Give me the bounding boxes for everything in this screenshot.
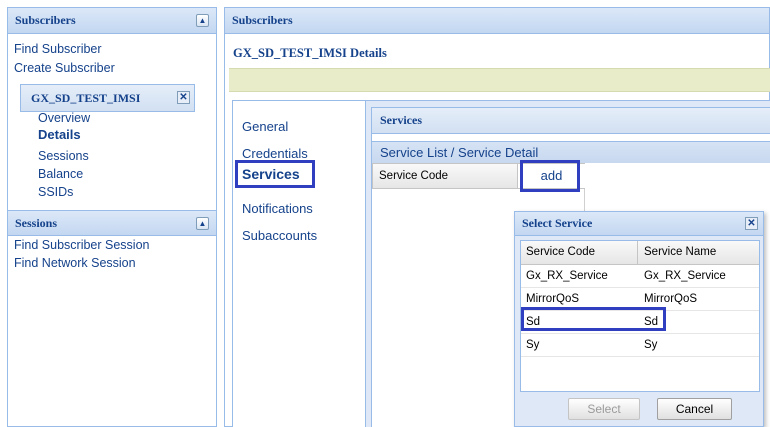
subscriber-tab-label: GX_SD_TEST_IMSI <box>31 91 141 105</box>
left-nav-panel: Subscribers ▲ Find Subscriber Create Sub… <box>7 7 217 427</box>
subscribers-nav-title: Subscribers <box>15 13 76 27</box>
tab-general[interactable]: General <box>242 119 288 134</box>
find-subscriber-session-link[interactable]: Find Subscriber Session <box>14 238 149 252</box>
close-icon[interactable]: ✕ <box>177 91 190 104</box>
main-header-title: Subscribers <box>232 13 293 27</box>
collapse-sessions-icon[interactable]: ▲ <box>196 217 209 230</box>
select-service-dialog: Select Service ✕ Service Code Service Na… <box>514 211 764 427</box>
service-grid-header: Service Code add <box>372 163 585 189</box>
dialog-header: Select Service <box>515 212 763 236</box>
notice-bar <box>229 68 770 92</box>
page-title: GX_SD_TEST_IMSI Details <box>233 46 387 60</box>
service-name-cell: Sy <box>644 339 658 351</box>
table-row[interactable]: Gx_RX_Service Gx_RX_Service <box>521 265 759 288</box>
tab-notifications[interactable]: Notifications <box>242 201 313 216</box>
service-select-grid: Service Code Service Name Gx_RX_Service … <box>520 240 760 392</box>
sidebar-item-ssids[interactable]: SSIDs <box>38 185 73 199</box>
service-name-cell: MirrorQoS <box>644 293 698 305</box>
dialog-title: Select Service <box>522 216 593 230</box>
sidebar-item-sessions[interactable]: Sessions <box>38 149 89 163</box>
table-row[interactable]: Sd Sd <box>521 311 759 334</box>
subscriber-tab[interactable]: GX_SD_TEST_IMSI <box>20 84 195 112</box>
services-header: Services <box>372 108 770 134</box>
sidebar-item-details[interactable]: Details <box>38 127 81 142</box>
sessions-nav-title: Sessions <box>15 216 58 230</box>
dialog-close-icon[interactable]: ✕ <box>745 217 758 230</box>
service-code-cell: MirrorQoS <box>526 293 580 305</box>
main-header: Subscribers <box>225 8 769 34</box>
table-row[interactable]: MirrorQoS MirrorQoS <box>521 288 759 311</box>
add-button[interactable]: add <box>518 164 585 188</box>
select-button[interactable]: Select <box>568 398 640 420</box>
sessions-nav-header: Sessions <box>8 210 216 236</box>
dialog-grid-header: Service Code Service Name <box>521 241 759 265</box>
service-code-cell: Sy <box>526 339 540 351</box>
find-subscriber-link[interactable]: Find Subscriber <box>14 42 102 56</box>
table-row[interactable]: Sy Sy <box>521 334 759 357</box>
service-code-cell: Gx_RX_Service <box>526 270 608 282</box>
sidebar-item-balance[interactable]: Balance <box>38 167 83 181</box>
tab-subaccounts[interactable]: Subaccounts <box>242 228 317 243</box>
service-name-cell: Sd <box>644 316 659 328</box>
service-name-header[interactable]: Service Name <box>639 241 759 264</box>
subscribers-nav-header: Subscribers <box>8 8 216 34</box>
cancel-button[interactable]: Cancel <box>657 398 732 420</box>
service-code-cell: Sd <box>526 316 541 328</box>
vertical-tab-list: General Credentials Services Notificatio… <box>233 101 366 427</box>
service-list-title: Service List / Service Detail <box>372 141 770 163</box>
sidebar-item-overview[interactable]: Overview <box>38 111 90 125</box>
service-code-column[interactable]: Service Code <box>373 164 518 188</box>
tab-credentials[interactable]: Credentials <box>242 146 308 161</box>
collapse-subscribers-icon[interactable]: ▲ <box>196 14 209 27</box>
service-code-header[interactable]: Service Code <box>521 241 638 264</box>
create-subscriber-link[interactable]: Create Subscriber <box>14 61 115 75</box>
service-name-cell: Gx_RX_Service <box>644 270 726 282</box>
services-tab-highlight <box>235 160 315 188</box>
find-network-session-link[interactable]: Find Network Session <box>14 256 136 270</box>
services-header-title: Services <box>380 113 422 127</box>
